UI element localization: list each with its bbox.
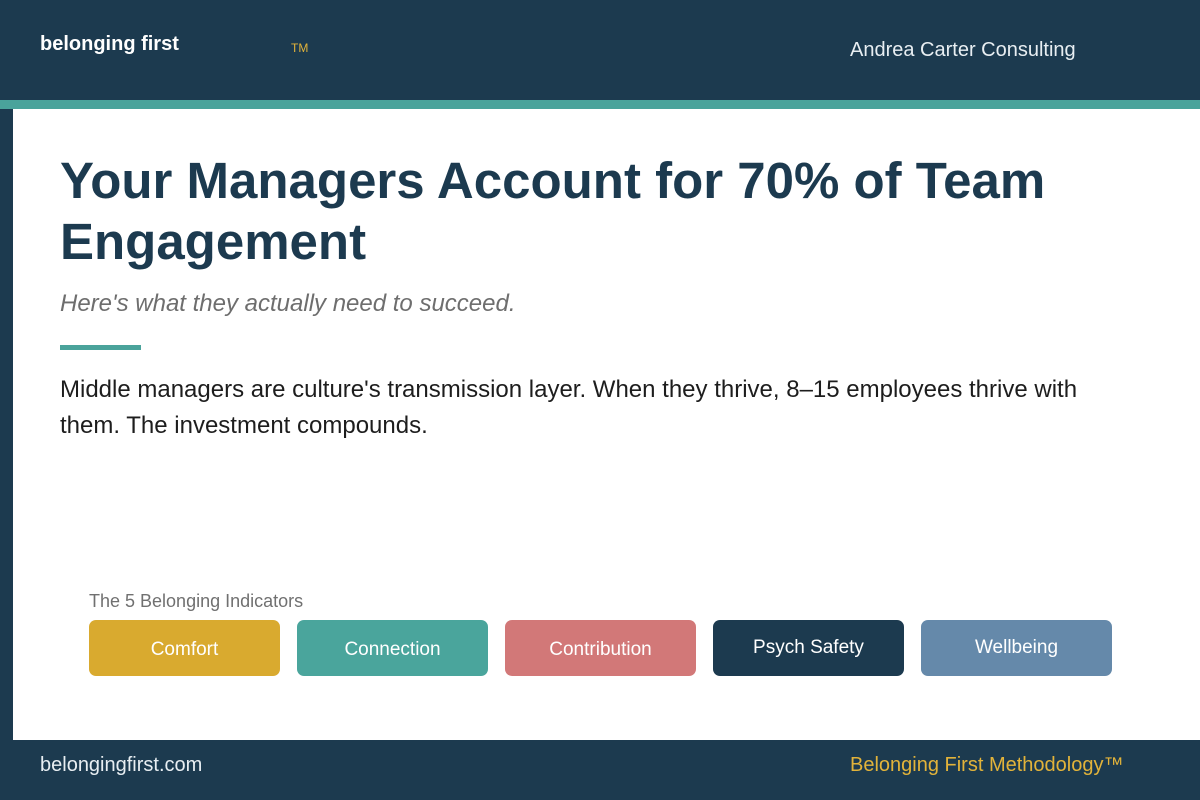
indicator-connection: Connection	[297, 620, 488, 676]
trademark-mark: TM	[291, 41, 309, 55]
indicator-label: Psych Safety	[753, 637, 864, 658]
indicator-psych-safety: Psych Safety	[713, 620, 904, 676]
header-accent-strip	[0, 100, 1200, 109]
page-subtitle: Here's what they actually need to succee…	[60, 290, 516, 317]
left-accent-bar	[0, 109, 13, 740]
indicator-contribution: Contribution	[505, 620, 696, 676]
page-title: Your Managers Account for 70% of Team En…	[60, 152, 1046, 270]
indicators-row: Comfort Connection Contribution Psych Sa…	[89, 620, 1112, 676]
indicator-comfort: Comfort	[89, 620, 280, 676]
footer-bar: belongingfirst.com Belonging First Metho…	[0, 740, 1200, 800]
indicator-label: Comfort	[150, 639, 219, 660]
indicator-label: Contribution	[549, 639, 652, 660]
brand-name: belonging first	[40, 33, 179, 55]
header-bar: belonging first TM Andrea Carter Consult…	[0, 0, 1200, 100]
website-text: belongingfirst.com	[40, 754, 203, 776]
organization-name: Andrea Carter Consulting	[850, 39, 1076, 61]
body-paragraph: Middle managers are culture's transmissi…	[60, 376, 1078, 439]
indicator-label: Connection	[344, 639, 441, 660]
indicator-label: Wellbeing	[974, 637, 1059, 658]
methodology-text: Belonging First Methodology™	[850, 754, 1124, 776]
accent-divider	[60, 345, 141, 350]
indicators-heading: The 5 Belonging Indicators	[89, 591, 304, 611]
indicator-wellbeing: Wellbeing	[921, 620, 1112, 676]
